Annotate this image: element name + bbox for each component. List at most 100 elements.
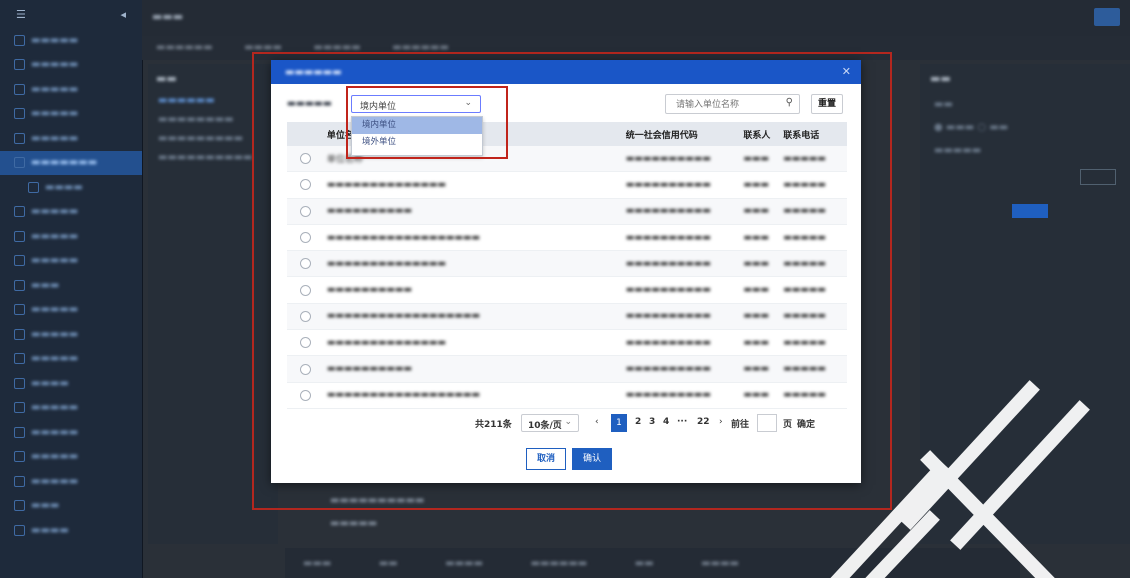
ok-button[interactable]: 确认 [572, 448, 612, 470]
collapse-icon[interactable]: ◂ [120, 8, 126, 21]
menu-item-icon [14, 328, 25, 340]
table-row[interactable]: ▬▬▬▬▬▬▬▬▬▬ ▬▬▬▬▬▬▬▬▬▬ ▬▬▬ ▬▬▬▬▬ [287, 277, 847, 304]
pagination: 共211条 10条/页 ⌄ ‹ 1 2 3 4 ··· 22 › 前往 页 确定 [475, 414, 855, 434]
menu-item-icon [14, 353, 25, 365]
sidebar-subitem[interactable]: ▬▬▬▬ [0, 175, 142, 200]
table-row[interactable]: ▬▬▬▬▬▬▬▬▬▬▬▬▬▬▬▬▬▬ ▬▬▬▬▬▬▬▬▬▬ ▬▬▬ ▬▬▬▬▬ [287, 383, 847, 409]
sidebar-item[interactable]: ▬▬▬▬▬ [0, 298, 142, 323]
page-4[interactable]: 4 [663, 417, 669, 427]
sidebar-item[interactable]: ▬▬▬▬▬ [0, 224, 142, 249]
cancel-button[interactable]: 取消 [526, 448, 566, 470]
sidebar: ☰ ◂ ▬▬▬▬▬ ▬▬▬▬▬ ▬▬▬▬▬ ▬▬▬▬▬ ▬▬▬▬▬ ▬▬▬▬▬▬… [0, 0, 143, 578]
menu-icon[interactable]: ☰ [16, 8, 26, 21]
menu-item-icon [14, 475, 25, 487]
top-action-button[interactable] [1094, 8, 1120, 26]
menu-item-icon [14, 59, 25, 71]
table-row[interactable]: ▬▬▬▬▬▬▬▬▬▬▬▬▬▬ ▬▬▬▬▬▬▬▬▬▬ ▬▬▬ ▬▬▬▬▬ [287, 330, 847, 357]
background-row: ▬▬▬▬▬ [330, 518, 378, 529]
dialog-title: ▬▬▬▬▬▬ [285, 66, 342, 78]
filter-label: ▬▬▬▬▬ [287, 98, 332, 109]
search-input[interactable] [674, 96, 788, 114]
menu-item-icon [14, 279, 25, 291]
row-radio[interactable] [300, 258, 312, 270]
sidebar-item[interactable]: ▬▬▬▬▬ [0, 77, 142, 102]
row-radio[interactable] [300, 310, 312, 322]
sidebar-item[interactable]: ▬▬▬▬▬ [0, 53, 142, 78]
bottom-table-header: ▬▬▬ ▬▬ ▬▬▬▬ ▬▬▬▬▬▬ ▬▬ ▬▬▬▬ [285, 548, 1020, 578]
page-2[interactable]: 2 [635, 417, 641, 427]
sidebar-item[interactable]: ▬▬▬▬▬ [0, 28, 142, 53]
side-form-title: ▬▬ [930, 72, 951, 85]
sidebar-item-active[interactable]: ▬▬▬▬▬▬▬ [0, 150, 142, 175]
sidebar-item[interactable]: ▬▬▬▬▬ [0, 347, 142, 372]
page-3[interactable]: 3 [649, 417, 655, 427]
page-size-select[interactable]: 10条/页 ⌄ [521, 414, 579, 432]
table-body: 单位名称 ▬▬▬▬▬▬▬▬▬▬ ▬▬▬ ▬▬▬▬▬ ▬▬▬▬▬▬▬▬▬▬▬▬▬▬ ▬▬▬… [287, 146, 847, 409]
row-radio[interactable] [300, 337, 312, 349]
unit-table: 单位名称 统一社会信用代码 联系人 联系电话 单位名称 ▬▬▬▬▬▬▬▬▬▬ ▬▬▬… [287, 122, 847, 409]
column-header-phone: 联系电话 [783, 130, 820, 141]
menu-item-icon [14, 34, 25, 46]
sidebar-item[interactable]: ▬▬▬▬ [0, 518, 142, 543]
sidebar-item[interactable]: ▬▬▬▬▬ [0, 445, 142, 470]
sidebar-item[interactable]: ▬▬▬▬▬ [0, 420, 142, 445]
sidebar-item[interactable]: ▬▬▬▬▬ [0, 249, 142, 274]
chevron-down-icon: ⌄ [564, 417, 572, 427]
row-radio[interactable] [300, 389, 312, 401]
menu-item-icon [14, 157, 25, 169]
row-radio[interactable] [300, 363, 312, 375]
goto-page-input[interactable] [757, 414, 777, 432]
row-radio[interactable] [300, 232, 312, 244]
dialog-header: ▬▬▬▬▬▬ ✕ [271, 60, 861, 84]
menu-item-icon [14, 230, 25, 242]
secondary-button[interactable] [1080, 169, 1116, 185]
menu-item-icon [14, 83, 25, 95]
sidebar-item[interactable]: ▬▬▬▬ [0, 371, 142, 396]
row-radio[interactable] [300, 179, 312, 191]
prev-page-icon[interactable]: ‹ [595, 417, 599, 427]
goto-confirm-button[interactable]: 确定 [797, 417, 815, 430]
page-unit: 页 [783, 420, 793, 430]
form-label: ▬▬▬▬▬ [934, 145, 982, 156]
column-header-code: 统一社会信用代码 [625, 130, 698, 141]
sidebar-item[interactable]: ▬▬▬ [0, 273, 142, 298]
menu-item-icon [14, 500, 25, 512]
sidebar-item[interactable]: ▬▬▬▬▬ [0, 396, 142, 421]
menu-item-icon [28, 181, 39, 193]
table-row[interactable]: ▬▬▬▬▬▬▬▬▬▬ ▬▬▬▬▬▬▬▬▬▬ ▬▬▬ ▬▬▬▬▬ [287, 198, 847, 225]
sidebar-item[interactable]: ▬▬▬ [0, 494, 142, 519]
next-page-icon[interactable]: › [719, 417, 723, 427]
close-icon[interactable]: ✕ [842, 65, 851, 78]
menu-item-icon [14, 451, 25, 463]
menu-item-icon [14, 304, 25, 316]
sidebar-item[interactable]: ▬▬▬▬▬ [0, 469, 142, 494]
menu-item-icon [14, 206, 25, 218]
primary-button[interactable] [1012, 204, 1048, 218]
page-ellipsis[interactable]: ··· [677, 417, 687, 427]
menu-item-icon [14, 524, 25, 536]
table-row[interactable]: ▬▬▬▬▬▬▬▬▬▬▬▬▬▬▬▬▬▬ ▬▬▬▬▬▬▬▬▬▬ ▬▬▬ ▬▬▬▬▬ [287, 303, 847, 331]
table-row[interactable]: ▬▬▬▬▬▬▬▬▬▬ ▬▬▬▬▬▬▬▬▬▬ ▬▬▬ ▬▬▬▬▬ [287, 356, 847, 383]
sidebar-item[interactable]: ▬▬▬▬▬ [0, 200, 142, 225]
table-row[interactable]: ▬▬▬▬▬▬▬▬▬▬▬▬▬▬ ▬▬▬▬▬▬▬▬▬▬ ▬▬▬ ▬▬▬▬▬ [287, 172, 847, 199]
search-box: ⚲ [665, 94, 800, 114]
menu-item-icon [14, 426, 25, 438]
row-radio[interactable] [300, 153, 312, 165]
sidebar-item[interactable]: ▬▬▬▬▬ [0, 126, 142, 151]
sidebar-item[interactable]: ▬▬▬▬▬ [0, 102, 142, 127]
page-22[interactable]: 22 [697, 417, 710, 427]
dropdown-highlight-box [346, 86, 508, 159]
reset-button[interactable]: 重置 [811, 94, 843, 114]
row-radio[interactable] [300, 284, 312, 296]
table-row[interactable]: ▬▬▬▬▬▬▬▬▬▬▬▬▬▬ ▬▬▬▬▬▬▬▬▬▬ ▬▬▬ ▬▬▬▬▬ [287, 251, 847, 278]
page-1[interactable]: 1 [611, 414, 627, 432]
side-form-panel: ▬▬ ▬▬ ● ▬▬▬ ○ ▬▬ ▬▬▬▬▬ [920, 64, 1130, 544]
sidebar-item[interactable]: ▬▬▬▬▬ [0, 322, 142, 347]
tab[interactable]: ▬▬▬▬▬▬ [156, 42, 213, 53]
radio-option[interactable]: ● ▬▬▬ ○ ▬▬ [920, 116, 1130, 139]
table-row[interactable]: ▬▬▬▬▬▬▬▬▬▬▬▬▬▬▬▬▬▬ ▬▬▬▬▬▬▬▬▬▬ ▬▬▬ ▬▬▬▬▬ [287, 225, 847, 252]
search-icon[interactable]: ⚲ [786, 97, 793, 108]
breadcrumb: ▬▬▬ [152, 10, 184, 23]
total-count: 共211条 [475, 420, 512, 430]
row-radio[interactable] [300, 205, 312, 217]
